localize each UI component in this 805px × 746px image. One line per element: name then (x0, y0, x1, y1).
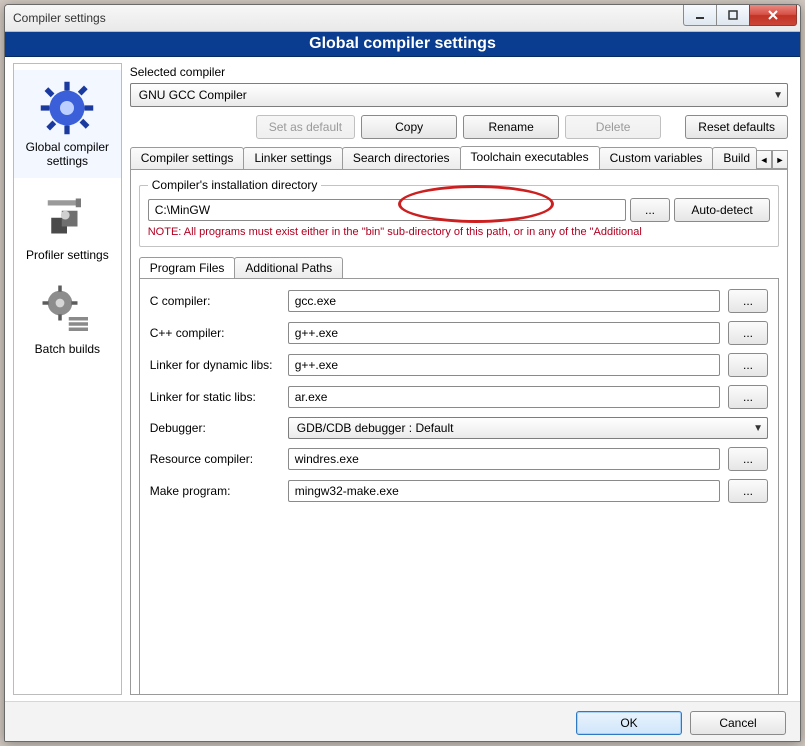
subtab-additional-paths[interactable]: Additional Paths (234, 257, 343, 278)
sidebar-item-label: Batch builds (35, 342, 100, 356)
chevron-down-icon: ▼ (753, 423, 763, 434)
sidebar-item-profiler[interactable]: Profiler settings (14, 178, 121, 272)
gear-icon (35, 76, 99, 140)
browse-make-program[interactable]: ... (728, 479, 768, 503)
install-dir-legend: Compiler's installation directory (148, 178, 322, 192)
browse-cpp-compiler[interactable]: ... (728, 321, 768, 345)
label-cpp-compiler: C++ compiler: (150, 326, 280, 340)
tab-toolchain-executables[interactable]: Toolchain executables (460, 146, 600, 169)
sidebar-item-label: Profiler settings (26, 248, 109, 262)
install-dir-row: C:\MinGW ... Auto-detect (148, 198, 770, 222)
profiler-icon (35, 184, 99, 248)
program-files-body: C compiler: gcc.exe ... C++ compiler: g+… (139, 279, 779, 695)
sidebar: Global compiler settings Profiler settin… (13, 63, 122, 695)
rename-button[interactable]: Rename (463, 115, 559, 139)
row-linker-dynamic: Linker for dynamic libs: g++.exe ... (150, 353, 768, 377)
dialog-footer: OK Cancel (5, 701, 800, 742)
header-banner: Global compiler settings (5, 32, 800, 57)
row-linker-static: Linker for static libs: ar.exe ... (150, 385, 768, 409)
autodetect-button[interactable]: Auto-detect (674, 198, 770, 222)
reset-defaults-button[interactable]: Reset defaults (685, 115, 788, 139)
ok-button[interactable]: OK (576, 711, 682, 735)
row-debugger: Debugger: GDB/CDB debugger : Default ▼ (150, 417, 768, 439)
content-panel: Selected compiler GNU GCC Compiler ▼ Set… (126, 63, 792, 695)
program-subtabs: Program Files Additional Paths (139, 257, 779, 279)
debugger-dropdown[interactable]: GDB/CDB debugger : Default ▼ (288, 417, 768, 439)
close-icon (767, 9, 779, 21)
input-make-program[interactable]: mingw32-make.exe (288, 480, 720, 502)
minimize-icon (695, 10, 705, 20)
delete-button: Delete (565, 115, 661, 139)
row-c-compiler: C compiler: gcc.exe ... (150, 289, 768, 313)
selected-compiler-label: Selected compiler (130, 65, 792, 79)
sidebar-item-label: Global compiler settings (14, 140, 121, 168)
row-cpp-compiler: C++ compiler: g++.exe ... (150, 321, 768, 345)
sidebar-item-batch-builds[interactable]: Batch builds (14, 272, 121, 366)
tab-linker-settings[interactable]: Linker settings (243, 147, 342, 169)
window-buttons (683, 5, 800, 31)
window-title: Compiler settings (13, 11, 683, 25)
batch-builds-icon (35, 278, 99, 342)
input-linker-static[interactable]: ar.exe (288, 386, 720, 408)
sidebar-item-global-compiler[interactable]: Global compiler settings (14, 70, 121, 178)
subtab-program-files[interactable]: Program Files (139, 257, 236, 278)
install-dir-note: NOTE: All programs must exist either in … (148, 226, 770, 238)
install-dir-group: Compiler's installation directory C:\Min… (139, 178, 779, 247)
browse-c-compiler[interactable]: ... (728, 289, 768, 313)
row-make-program: Make program: mingw32-make.exe ... (150, 479, 768, 503)
copy-button[interactable]: Copy (361, 115, 457, 139)
compiler-buttons-row: Set as default Copy Rename Delete Reset … (130, 115, 788, 139)
input-cpp-compiler[interactable]: g++.exe (288, 322, 720, 344)
set-default-button: Set as default (256, 115, 355, 139)
install-dir-input[interactable]: C:\MinGW (148, 199, 626, 221)
header-title: Global compiler settings (309, 35, 496, 53)
tabs-scroll-left[interactable]: ◄ (756, 150, 772, 169)
tab-compiler-settings[interactable]: Compiler settings (130, 147, 245, 169)
browse-resource-compiler[interactable]: ... (728, 447, 768, 471)
label-linker-dynamic: Linker for dynamic libs: (150, 358, 280, 372)
install-dir-browse-button[interactable]: ... (630, 198, 670, 222)
maximize-button[interactable] (716, 5, 749, 26)
tab-search-directories[interactable]: Search directories (342, 147, 461, 169)
label-debugger: Debugger: (150, 421, 280, 435)
input-linker-dynamic[interactable]: g++.exe (288, 354, 720, 376)
toolchain-tab-body: Compiler's installation directory C:\Min… (130, 170, 788, 695)
label-linker-static: Linker for static libs: (150, 390, 280, 404)
label-resource-compiler: Resource compiler: (150, 452, 280, 466)
input-c-compiler[interactable]: gcc.exe (288, 290, 720, 312)
selected-compiler-dropdown[interactable]: GNU GCC Compiler ▼ (130, 83, 788, 107)
main-area: Global compiler settings Profiler settin… (5, 57, 800, 701)
label-make-program: Make program: (150, 484, 280, 498)
browse-linker-static[interactable]: ... (728, 385, 768, 409)
selected-compiler-value: GNU GCC Compiler (139, 88, 773, 102)
tabs-scroll: ◄ ► (756, 150, 788, 169)
tab-custom-variables[interactable]: Custom variables (599, 147, 714, 169)
label-c-compiler: C compiler: (150, 294, 280, 308)
settings-tabs: Compiler settings Linker settings Search… (130, 147, 788, 170)
tabs-scroll-right[interactable]: ► (772, 150, 788, 169)
titlebar: Compiler settings (5, 5, 800, 32)
tab-build-options[interactable]: Build (712, 147, 757, 169)
input-resource-compiler[interactable]: windres.exe (288, 448, 720, 470)
chevron-down-icon: ▼ (773, 90, 783, 101)
browse-linker-dynamic[interactable]: ... (728, 353, 768, 377)
maximize-icon (728, 10, 738, 20)
minimize-button[interactable] (683, 5, 716, 26)
cancel-button[interactable]: Cancel (690, 711, 786, 735)
row-resource-compiler: Resource compiler: windres.exe ... (150, 447, 768, 471)
settings-dialog: Compiler settings Global compiler settin… (4, 4, 801, 742)
close-button[interactable] (749, 5, 797, 26)
